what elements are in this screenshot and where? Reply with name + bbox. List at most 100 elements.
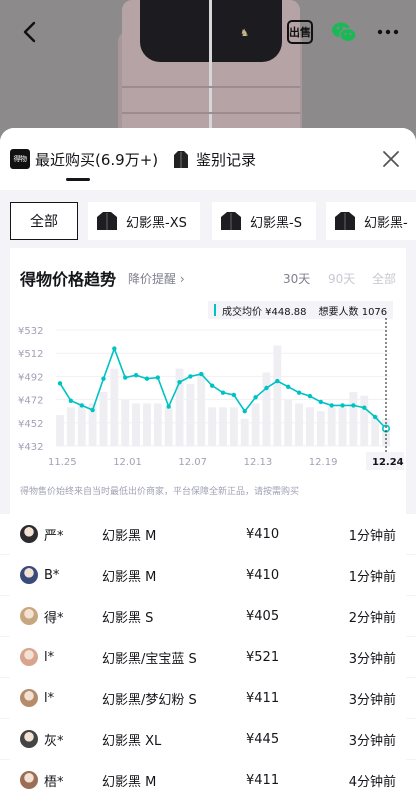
back-button[interactable] [14,16,46,48]
range-tab-90d[interactable]: 90天 [328,270,355,287]
price-point [307,393,313,399]
purchase-row: 梧* 幻影黑 M ¥411 4分钟前 [0,760,416,800]
wanted-bar [164,407,173,446]
back-arrow-icon [23,21,36,43]
sku-filter-chip[interactable]: 幻影黑-XS [88,202,200,240]
more-button[interactable] [372,16,404,48]
purchase-row: B* 幻影黑 M ¥410 1分钟前 [0,555,416,595]
price-point [242,409,247,414]
wanted-bar [143,403,151,446]
sku-filter-chip[interactable]: 幻影黑-S [212,202,316,240]
purchase-price: ¥521 [246,649,280,665]
price-point [372,414,378,420]
wanted-bar [284,399,293,446]
price-alert-link[interactable]: 降价提醒 › [128,270,185,287]
price-point [253,395,258,400]
dewu-logo-icon: 得物 [10,149,30,169]
jacket-thumbnail-icon [335,212,355,230]
price-point [209,383,215,388]
wanted-bar [197,372,206,446]
price-point [275,378,280,384]
y-tick-label: ¥492 [18,372,43,383]
purchase-user: 梧* [44,774,64,790]
legend-avg-price: 成交均价 ¥448.88 [222,306,307,318]
price-point [155,375,160,380]
purchase-time: 4分钟前 [348,774,396,790]
tab-authentication-records[interactable]: 鉴别记录 [172,146,256,172]
range-tab-all[interactable]: 全部 [372,270,396,287]
wanted-bar [186,384,195,446]
y-tick-label: ¥452 [18,419,43,430]
wanted-bar [306,407,314,446]
price-point [188,374,193,379]
wanted-bar [121,399,130,446]
wanted-bar [262,372,271,446]
wanted-bar [219,407,227,446]
x-tick-label: 12.01 [113,457,142,468]
jacket-thumbnail-icon [97,212,117,230]
purchase-price: ¥410 [246,526,280,542]
wanted-bar [229,407,238,446]
price-point [101,376,106,381]
purchase-row: 灰* 幻影黑 XL ¥445 3分钟前 [0,719,416,759]
price-point [231,392,237,398]
sell-icon: 出售 [287,20,313,44]
price-trend-chart[interactable]: ¥532 ¥512 ¥492 ¥472 ¥452 ¥432 11.25 12.01 12.07 1… [0,318,416,478]
price-point [318,399,323,405]
purchase-row: l* 幻影黑/宝宝蓝 S ¥521 3分钟前 [0,637,416,677]
purchase-row: 严* 幻影黑 M ¥410 1分钟前 [0,514,416,554]
wanted-bar [338,407,347,446]
price-point [144,376,150,381]
x-tick-label: 11.25 [48,457,77,468]
purchase-user: l* [44,690,55,706]
sku-filter-all[interactable]: 全部 [10,202,78,240]
range-tab-30d[interactable]: 30天 [283,270,310,287]
wanted-bar [77,403,86,446]
price-point [296,390,302,395]
chart-legend: 成交均价 ¥448.88 想要人数 1076 [208,301,394,319]
wanted-bar [153,403,162,446]
wechat-share-button[interactable] [328,16,360,48]
purchase-spec: 幻影黑 S [102,610,154,626]
purchase-spec: 幻影黑/宝宝蓝 S [102,651,197,667]
y-tick-label: ¥432 [18,442,43,453]
purchase-row: 得* 幻影黑 S ¥405 2分钟前 [0,596,416,636]
sku-chip-label: 幻影黑- [364,215,408,231]
tab-recent-purchases[interactable]: 得物 最近购买(6.9万+) [10,146,158,172]
y-tick-label: ¥472 [18,396,43,407]
price-point [123,375,128,380]
wanted-bar [316,411,325,446]
camel-logo-icon: ♞ [240,28,249,39]
close-button[interactable] [380,148,402,170]
purchase-time: 1分钟前 [348,569,396,585]
purchase-time: 3分钟前 [348,692,396,708]
wanted-bar [132,403,140,446]
avatar [20,689,38,707]
purchase-price: ¥410 [246,567,280,583]
more-dots-icon [377,29,399,35]
purchase-spec: 幻影黑 M [102,774,157,790]
wanted-bar [360,395,369,446]
sku-filter-row: 全部 幻影黑-XS 幻影黑-S 幻影黑- [0,190,416,248]
wanted-bar [327,407,336,446]
wanted-bar [349,391,358,446]
price-point [57,381,63,386]
avatar [20,648,38,666]
tab-recent-label: 最近购买(6.9万+) [35,150,159,169]
y-tick-label: ¥532 [18,326,43,337]
price-disclaimer: 得物售价始终来自当时最低出价商家，平台保障全新正品，请按需购买 [20,487,300,497]
sku-filter-chip[interactable]: 幻影黑- [326,202,416,240]
legend-wanted-count: 想要人数 1076 [318,306,388,318]
price-point [79,403,84,408]
wanted-bar [208,407,217,446]
x-tick-label: 12.13 [244,457,273,468]
price-point [286,384,291,390]
tab-auth-label: 鉴别记录 [196,150,257,169]
purchase-price: ¥411 [246,772,280,788]
avatar [20,566,38,584]
purchase-time: 2分钟前 [348,610,396,626]
wanted-bar [251,403,260,446]
purchase-time: 1分钟前 [348,528,396,544]
avatar [20,607,38,625]
sell-button[interactable]: 出售 [284,16,316,48]
